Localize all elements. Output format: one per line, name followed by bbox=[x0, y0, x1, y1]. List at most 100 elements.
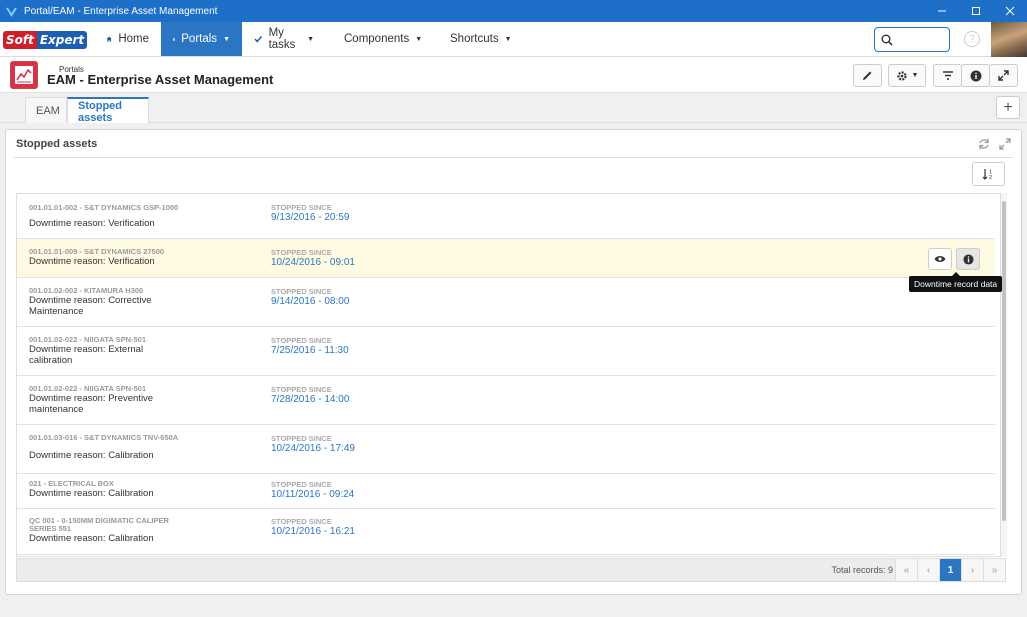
stopped-since-date: 10/24/2016 - 17:49 bbox=[271, 443, 355, 454]
edit-button[interactable] bbox=[853, 64, 882, 87]
workspace: Stopped assets 12 001.01.01-002 - S&T DY… bbox=[0, 123, 1027, 617]
page-1-button[interactable]: 1 bbox=[939, 559, 961, 581]
list-item[interactable]: 001.01.03-016 - S&T DYNAMICS TNV-650A Do… bbox=[17, 425, 995, 474]
next-page-button[interactable]: › bbox=[961, 559, 983, 581]
downtime-info-button[interactable] bbox=[956, 248, 980, 270]
stopped-since-label: STOPPED SINCE bbox=[271, 203, 332, 212]
page-header: Portals EAM - Enterprise Asset Managemen… bbox=[0, 57, 1027, 93]
tab-bar: EAM Stopped assets + bbox=[0, 93, 1027, 124]
minimize-button[interactable] bbox=[925, 0, 959, 22]
downtime-reason: Downtime reason: External calibration bbox=[29, 344, 144, 366]
downtime-reason: Downtime reason: Verification bbox=[29, 256, 155, 267]
refresh-icon[interactable] bbox=[978, 138, 990, 150]
list-item[interactable]: 021 - ELECTRICAL BOX Downtime reason: Ca… bbox=[17, 474, 995, 509]
search-input[interactable] bbox=[874, 27, 950, 52]
first-page-button[interactable]: « bbox=[895, 559, 917, 581]
list-item[interactable]: 001.01.02-022 - NIIGATA SPN-501 Downtime… bbox=[17, 327, 995, 376]
app-icon bbox=[4, 4, 18, 18]
stopped-since-label: STOPPED SINCE bbox=[271, 336, 332, 345]
list-item[interactable]: 001.01.01-002 - S&T DYNAMICS GSP-1000 Do… bbox=[17, 194, 995, 239]
chevron-down-icon: ▼ bbox=[504, 35, 512, 43]
stopped-since-label: STOPPED SINCE bbox=[271, 287, 332, 296]
check-icon bbox=[254, 36, 263, 43]
nav-components[interactable]: Components ▼ bbox=[326, 22, 432, 56]
last-page-button[interactable]: » bbox=[983, 559, 1005, 581]
asset-code: 001.01.01-009 - S&T DYNAMICS 27500 bbox=[29, 247, 165, 256]
softexpert-logo[interactable]: Soft Expert bbox=[0, 22, 94, 57]
nav-shortcuts[interactable]: Shortcuts ▼ bbox=[432, 22, 520, 56]
stopped-since-label: STOPPED SINCE bbox=[271, 480, 332, 489]
pencil-icon bbox=[863, 71, 872, 80]
nav-components-label: Components bbox=[344, 33, 410, 45]
stopped-since-date: 9/14/2016 - 08:00 bbox=[271, 296, 350, 307]
chevron-down-icon: ▼ bbox=[307, 35, 314, 43]
downtime-reason: Downtime reason: Verification bbox=[29, 218, 155, 229]
downtime-reason: Downtime reason: Calibration bbox=[29, 450, 154, 461]
avatar[interactable] bbox=[991, 22, 1027, 57]
stopped-since-date: 10/11/2016 - 09:24 bbox=[271, 489, 355, 500]
downtime-reason: Downtime reason: Corrective Maintenance bbox=[29, 295, 152, 317]
filter-button[interactable] bbox=[933, 64, 962, 87]
tab-stopped-assets[interactable]: Stopped assets bbox=[67, 97, 149, 124]
stopped-since-date: 10/21/2016 - 16:21 bbox=[271, 526, 355, 537]
close-button[interactable] bbox=[993, 0, 1027, 22]
stopped-since-date: 7/28/2016 - 14:00 bbox=[271, 394, 350, 405]
stopped-since-label: STOPPED SINCE bbox=[271, 248, 332, 257]
maximize-panel-icon[interactable] bbox=[999, 138, 1011, 150]
list-item[interactable]: QC 001 - 0-150MM DIGIMATIC CALIPER SERIE… bbox=[17, 509, 995, 555]
home-icon bbox=[106, 36, 112, 42]
panel-divider bbox=[14, 157, 1013, 158]
nav-home[interactable]: Home bbox=[94, 22, 161, 56]
stopped-since-date: 9/13/2016 - 20:59 bbox=[271, 212, 350, 223]
downtime-reason: Downtime reason: Preventive maintenance bbox=[29, 393, 154, 415]
logo-text-soft: Soft bbox=[3, 30, 37, 49]
nav-portals[interactable]: Portals ▼ bbox=[161, 22, 242, 56]
stopped-since-label: STOPPED SINCE bbox=[271, 385, 332, 394]
list-scrollbar-thumb[interactable] bbox=[1002, 201, 1006, 521]
view-button[interactable] bbox=[928, 248, 952, 270]
records-list: 001.01.01-002 - S&T DYNAMICS GSP-1000 Do… bbox=[16, 193, 1001, 557]
asset-code: 001.01.01-002 - S&T DYNAMICS GSP-1000 bbox=[29, 203, 179, 212]
window-title: Portal/EAM - Enterprise Asset Management bbox=[24, 5, 218, 17]
list-footer: Total records: 9 « ‹ 1 › » bbox=[16, 558, 1006, 582]
settings-button[interactable]: ▼ bbox=[888, 64, 926, 87]
svg-text:2: 2 bbox=[989, 175, 992, 180]
asset-code: QC 001 - 0-150MM DIGIMATIC CALIPER SERIE… bbox=[29, 516, 169, 533]
list-item[interactable]: 001.01.02-022 - NIIGATA SPN-501 Downtime… bbox=[17, 376, 995, 425]
window-titlebar: Portal/EAM - Enterprise Asset Management bbox=[0, 0, 1027, 22]
nav-my-tasks-label: My tasks bbox=[268, 27, 296, 51]
maximize-button[interactable] bbox=[959, 0, 993, 22]
stopped-assets-panel: Stopped assets 12 001.01.01-002 - S&T DY… bbox=[5, 129, 1022, 595]
stopped-since-date: 10/24/2016 - 09:01 bbox=[271, 257, 355, 268]
prev-page-button[interactable]: ‹ bbox=[917, 559, 939, 581]
asset-code: 001.01.02-022 - NIIGATA SPN-501 bbox=[29, 335, 146, 344]
sort-icon: 12 bbox=[982, 169, 992, 180]
nav-my-tasks[interactable]: My tasks ▼ bbox=[242, 22, 326, 56]
asset-code: 021 - ELECTRICAL BOX bbox=[29, 479, 114, 488]
eye-icon bbox=[934, 256, 946, 262]
info-button[interactable] bbox=[961, 64, 990, 87]
expand-button[interactable] bbox=[989, 64, 1018, 87]
downtime-reason: Downtime reason: Calibration bbox=[29, 533, 154, 544]
main-navbar: Soft Expert Home Portals ▼ My tasks ▼ Com… bbox=[0, 22, 1027, 57]
asset-code: 001.01.02-022 - NIIGATA SPN-501 bbox=[29, 384, 146, 393]
tooltip: Downtime record data bbox=[909, 272, 1003, 292]
gear-icon bbox=[896, 70, 907, 81]
page-title: EAM - Enterprise Asset Management bbox=[47, 72, 274, 87]
asset-code: 001.01.02-002 - KITAMURA H300 bbox=[29, 286, 144, 295]
list-item[interactable]: 001.01.01-009 - S&T DYNAMICS 27500 Downt… bbox=[17, 239, 995, 278]
total-records: Total records: 9 bbox=[831, 565, 893, 575]
panel-tools bbox=[978, 138, 1011, 150]
chevron-down-icon: ▼ bbox=[415, 35, 423, 43]
tab-eam[interactable]: EAM bbox=[25, 97, 67, 123]
panel-title: Stopped assets bbox=[16, 138, 98, 150]
stopped-since-label: STOPPED SINCE bbox=[271, 434, 332, 443]
list-item[interactable]: 001.01.02-002 - KITAMURA H300 Downtime r… bbox=[17, 278, 995, 327]
info-icon bbox=[970, 70, 981, 81]
sort-button[interactable]: 12 bbox=[972, 162, 1005, 186]
add-tab-button[interactable]: + bbox=[996, 96, 1020, 119]
asset-code: 001.01.03-016 - S&T DYNAMICS TNV-650A bbox=[29, 433, 179, 442]
nav-shortcuts-label: Shortcuts bbox=[450, 33, 499, 45]
grid-icon bbox=[173, 37, 176, 41]
help-icon[interactable]: ? bbox=[964, 31, 980, 47]
